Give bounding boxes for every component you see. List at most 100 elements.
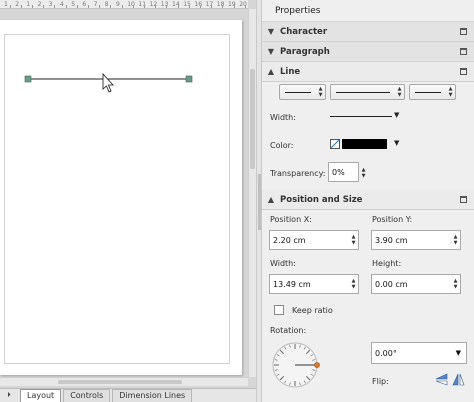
section-character-label: Character	[280, 26, 328, 37]
ruler-number: 4	[60, 1, 64, 8]
width-label: Width:	[270, 259, 296, 268]
flip-horizontal-icon[interactable]	[452, 373, 465, 386]
ruler-tick	[222, 5, 224, 8]
section-position-size-header[interactable]: ▲ Position and Size	[262, 190, 474, 210]
properties-sidebar: Properties ▼ Character ▼ Paragraph ▲ Lin…	[262, 0, 474, 402]
ruler-tick	[9, 5, 11, 8]
line-start-arrow-select[interactable]: ▲ ▼	[279, 84, 326, 100]
position-y-value: 3.90 cm	[375, 235, 408, 245]
spin-arrows-icon: ▲ ▼	[397, 86, 402, 98]
ruler-number: 1	[26, 1, 31, 8]
ruler-tick	[199, 5, 201, 8]
rotation-dial[interactable]	[268, 338, 322, 392]
line-start-handle[interactable]	[24, 75, 32, 83]
dropdown-arrow-icon[interactable]: ▼	[394, 111, 399, 119]
ruler-tick	[121, 5, 123, 8]
transparency-field[interactable]: 0%	[328, 162, 359, 182]
line-end-arrow-select[interactable]: ▲ ▼	[409, 84, 456, 100]
drawing-page[interactable]	[0, 20, 242, 375]
ruler-tick	[188, 5, 190, 8]
tab-layout[interactable]: Layout	[20, 389, 62, 402]
rotation-select[interactable]: 0.00° ▼	[371, 342, 467, 364]
chevron-down-icon: ▼	[267, 47, 275, 56]
section-line-header[interactable]: ▲ Line	[262, 62, 474, 82]
section-paragraph-header[interactable]: ▼ Paragraph	[262, 42, 474, 62]
position-x-label: Position X:	[270, 215, 312, 224]
ruler-tick	[65, 5, 67, 8]
section-position-size-label: Position and Size	[280, 194, 363, 205]
ruler-tick	[54, 5, 56, 8]
document-area: 1 2 1 2 3 4 5 6 7 8 9 10 11 12 13 14 15 16 17 18 19 20 ⏵ Layo…	[0, 0, 256, 402]
ruler-tick	[132, 5, 134, 8]
rotation-dial-knob[interactable]	[314, 362, 320, 368]
line-color-swatch[interactable]	[342, 139, 387, 149]
flip-label: Flip:	[372, 377, 389, 386]
height-field[interactable]: 0.00 cm ▲ ▼	[371, 274, 461, 294]
more-options-icon[interactable]	[456, 45, 470, 59]
section-paragraph-label: Paragraph	[280, 46, 330, 57]
sidebar-title: Properties	[262, 0, 474, 22]
ruler-tick	[244, 5, 246, 8]
spin-arrows-icon[interactable]: ▲ ▼	[349, 234, 358, 246]
tab-scroll-first-icon[interactable]: ⏵	[0, 389, 18, 402]
line-shape-canvas[interactable]	[0, 20, 242, 375]
position-x-field[interactable]: 2.20 cm ▲ ▼	[269, 230, 359, 250]
ruler-number: 5	[71, 1, 76, 8]
transparency-spin-icon[interactable]: ▲ ▼	[359, 164, 368, 182]
line-preview	[415, 91, 441, 93]
more-options-icon[interactable]	[456, 193, 470, 207]
ruler-tick	[166, 5, 168, 8]
ruler-tick	[87, 5, 89, 8]
keep-ratio-checkbox[interactable]	[274, 305, 284, 315]
rotation-label: Rotation:	[270, 326, 307, 335]
dropdown-arrow-icon[interactable]: ▼	[394, 139, 399, 147]
horizontal-ruler[interactable]: 1 2 1 2 3 4 5 6 7 8 9 10 11 12 13 14 15 16 17 18 19 20	[0, 0, 248, 9]
rotation-value: 0.00°	[375, 348, 397, 358]
spin-arrows-icon[interactable]: ▲ ▼	[349, 278, 358, 290]
ruler-number: 7	[93, 1, 98, 8]
line-end-handle[interactable]	[185, 75, 193, 83]
ruler-number: 1	[4, 1, 8, 8]
spin-arrows-icon: ▲ ▼	[318, 86, 323, 98]
ruler-tick	[31, 5, 33, 8]
ruler-number: 2	[37, 1, 42, 8]
line-preview	[285, 91, 311, 93]
transparency-label: Transparency:	[270, 169, 326, 178]
ruler-number: 6	[82, 1, 87, 8]
sidebar-collapse-grip[interactable]	[258, 174, 261, 230]
ruler-tick	[20, 5, 22, 8]
height-label: Height:	[372, 259, 402, 268]
color-picker-icon[interactable]	[330, 139, 340, 149]
spin-arrows-icon[interactable]: ▲ ▼	[451, 234, 460, 246]
position-x-value: 2.20 cm	[273, 235, 306, 245]
ruler-tick	[76, 5, 78, 8]
ruler-tick	[155, 5, 157, 8]
ruler-tick	[43, 5, 45, 8]
horizontal-scrollbar-thumb[interactable]	[58, 380, 182, 384]
ruler-tick	[99, 5, 101, 8]
ruler-tick	[143, 5, 145, 8]
more-options-icon[interactable]	[456, 65, 470, 79]
width-field[interactable]: 13.49 cm ▲ ▼	[269, 274, 359, 294]
chevron-down-icon: ▼	[267, 27, 275, 36]
line-style-select[interactable]: ▲ ▼	[330, 84, 405, 100]
flip-vertical-icon[interactable]	[435, 373, 448, 386]
more-options-icon[interactable]	[456, 25, 470, 39]
ruler-tick	[211, 5, 213, 8]
spin-arrows-icon[interactable]: ▲ ▼	[451, 278, 460, 290]
tab-dimension-lines[interactable]: Dimension Lines	[112, 389, 193, 402]
line-color-label: Color:	[270, 141, 294, 150]
line-width-preview[interactable]	[330, 116, 392, 117]
width-value: 13.49 cm	[273, 279, 311, 289]
line-preview	[336, 91, 390, 93]
tab-controls[interactable]: Controls	[63, 389, 111, 402]
layer-tab-bar: ⏵ Layout Controls Dimension Lines	[0, 388, 256, 402]
section-character-header[interactable]: ▼ Character	[262, 22, 474, 42]
height-value: 0.00 cm	[375, 279, 408, 289]
position-y-field[interactable]: 3.90 cm ▲ ▼	[371, 230, 461, 250]
chevron-up-icon: ▲	[267, 195, 275, 204]
chevron-down-icon: ▼	[455, 349, 461, 357]
vertical-scrollbar[interactable]	[248, 9, 256, 377]
horizontal-scrollbar[interactable]	[0, 377, 248, 386]
vertical-scrollbar-thumb[interactable]	[250, 69, 255, 169]
